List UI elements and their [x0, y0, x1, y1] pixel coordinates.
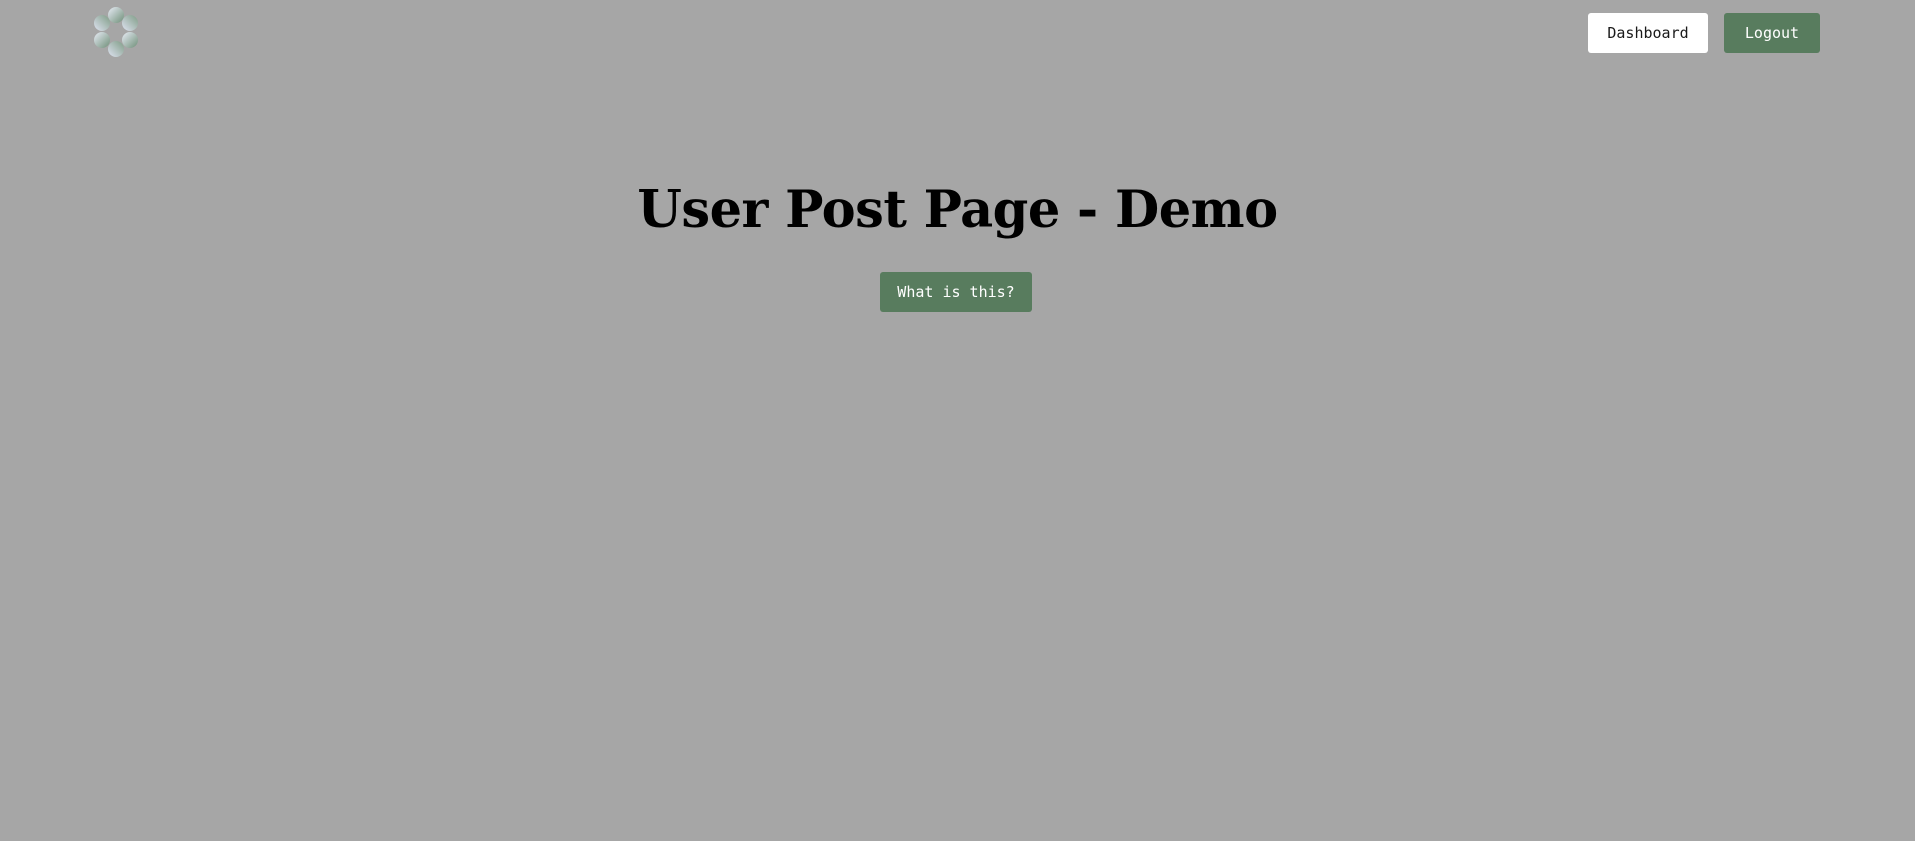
what-is-this-button[interactable]: What is this? [880, 272, 1032, 312]
logo-icon[interactable] [90, 5, 142, 59]
dashboard-button[interactable]: Dashboard [1588, 13, 1708, 53]
logout-button[interactable]: Logout [1724, 13, 1820, 53]
page-title: User Post Page - Demo [637, 180, 1278, 240]
